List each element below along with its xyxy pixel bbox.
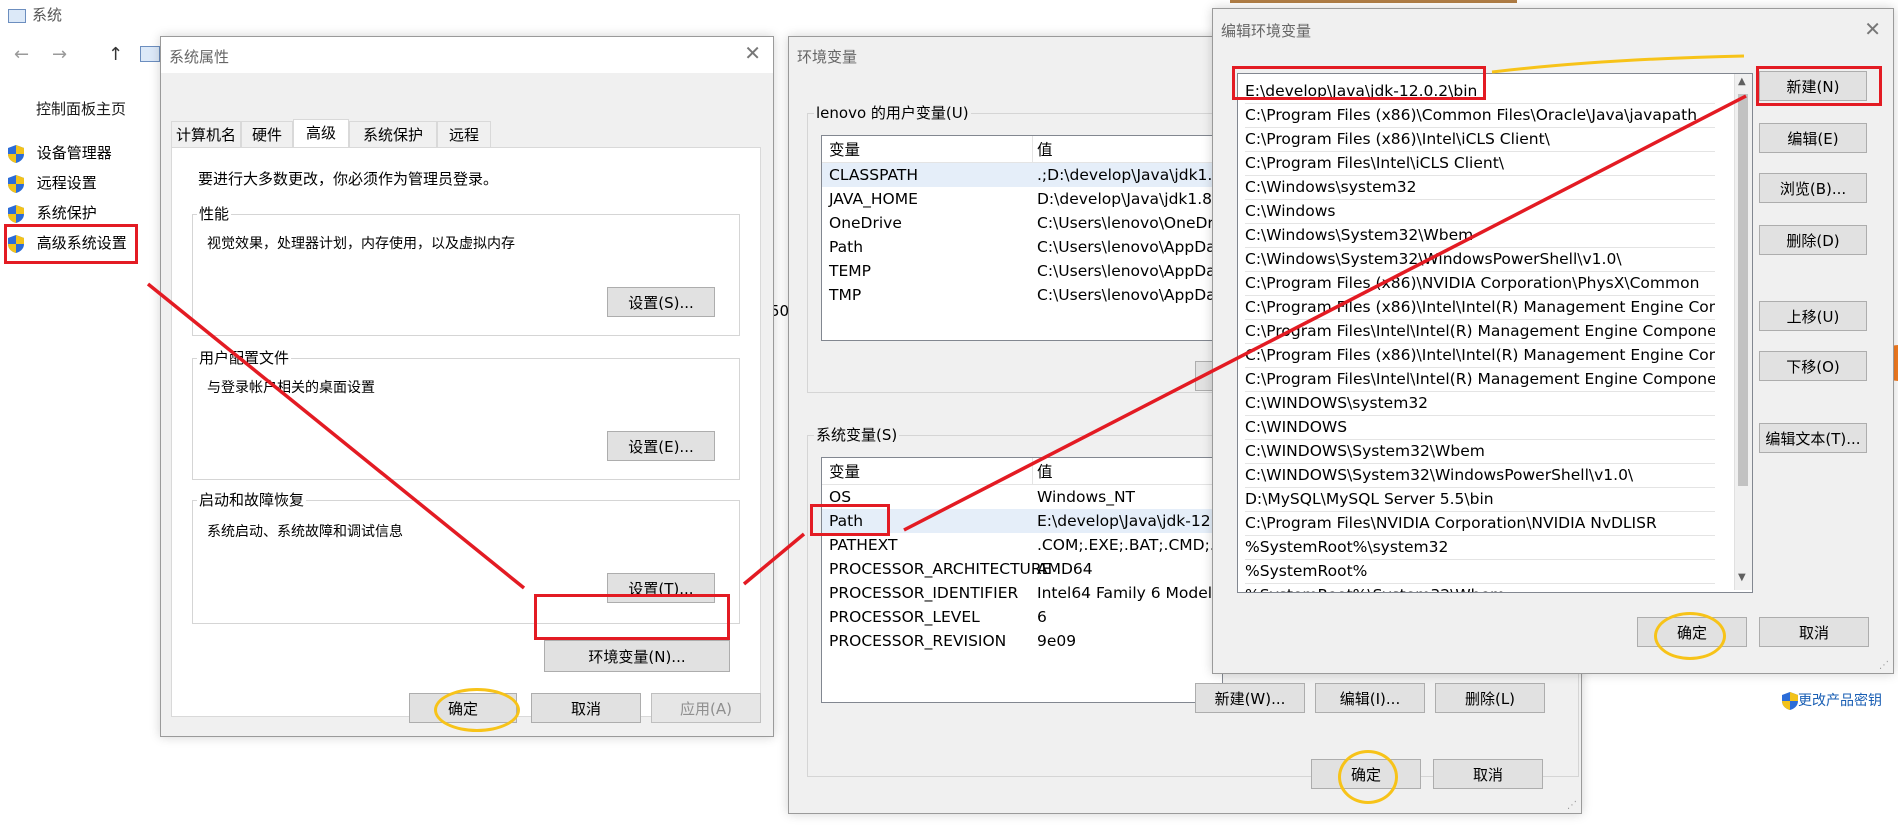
annotation-red-box xyxy=(1756,66,1882,106)
annotation-yellow-circle xyxy=(1654,612,1726,660)
annotation-yellow-circle xyxy=(1338,750,1398,804)
annotation-arrow-line xyxy=(903,94,1747,532)
annotation-red-box xyxy=(534,594,730,640)
annotation-red-box xyxy=(1232,66,1486,100)
annotation-red-box xyxy=(810,504,890,536)
annotation-yellow-underline xyxy=(1491,54,1745,74)
annotation-red-box xyxy=(4,224,138,264)
annotation-arrow-line xyxy=(742,532,806,586)
annotation-arrow-line xyxy=(146,282,526,590)
annotation-overlay xyxy=(146,54,1747,590)
annotation-yellow-circle xyxy=(434,688,520,732)
